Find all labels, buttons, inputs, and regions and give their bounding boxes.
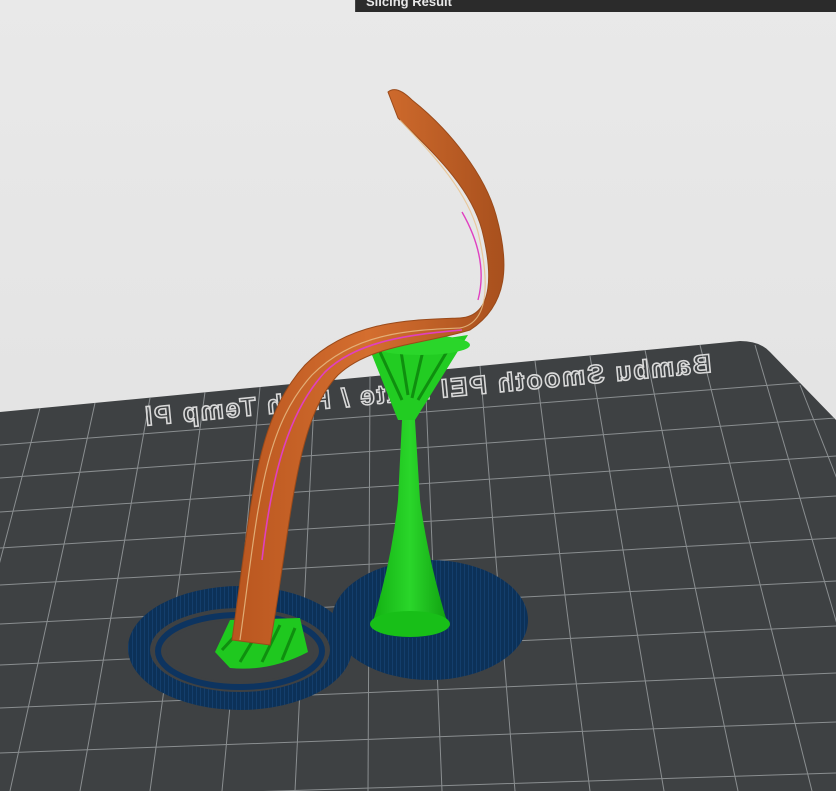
scene-canvas[interactable]: Bambu Smooth PEI Plate / High Temp Pl [0,0,836,791]
3d-viewport[interactable]: Slicing Result Bambu Smooth PEI / Temp P… [0,0,836,791]
